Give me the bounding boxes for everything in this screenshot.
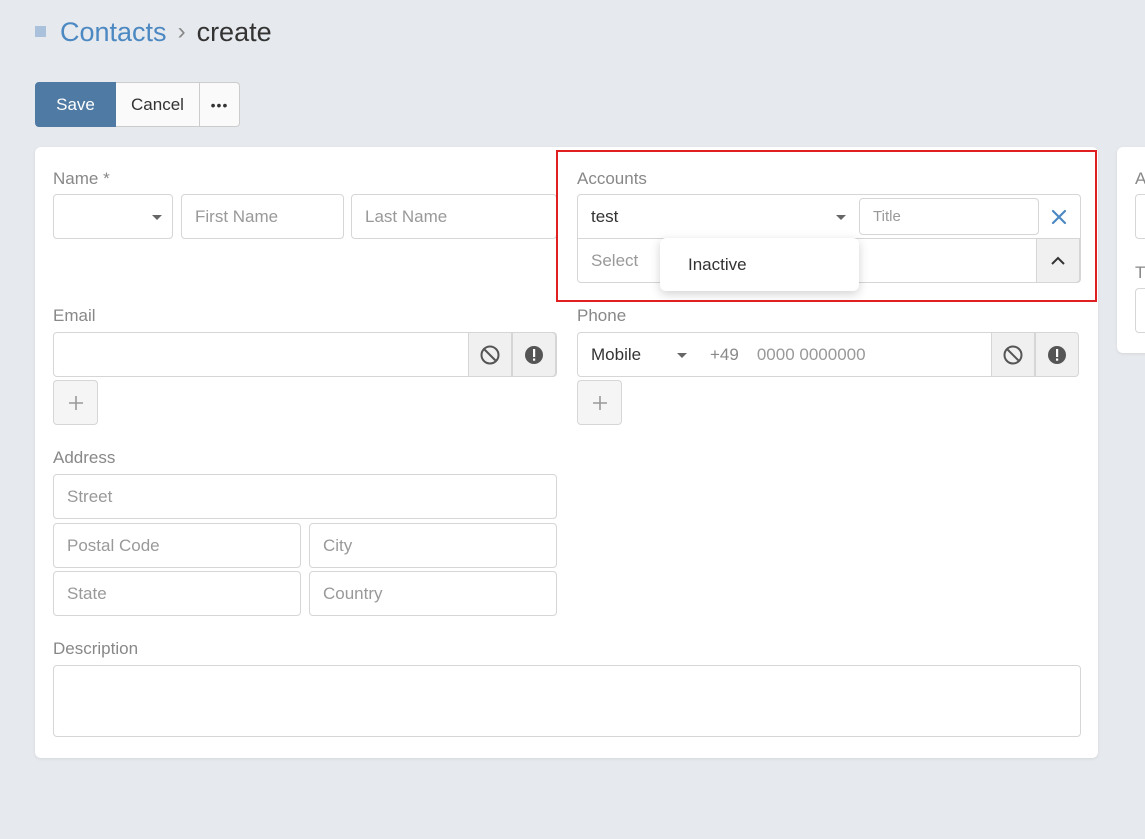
side-input-2[interactable]: [1135, 288, 1145, 333]
phone-country-code: +49: [710, 344, 739, 364]
side-input-1[interactable]: [1135, 194, 1145, 239]
add-email-button[interactable]: [53, 380, 98, 425]
postal-code-input[interactable]: Postal Code: [53, 523, 301, 568]
block-icon: [1003, 345, 1023, 364]
email-label: Email: [53, 306, 96, 325]
exclamation-circle-icon: [525, 345, 543, 364]
block-icon: [480, 345, 500, 364]
salutation-select[interactable]: [53, 194, 173, 239]
description-label: Description: [53, 639, 139, 658]
side-panel: A T: [1117, 147, 1145, 353]
caret-down-icon: [152, 215, 162, 220]
last-name-input[interactable]: Last Name: [351, 194, 557, 239]
breadcrumb: Contacts › create: [35, 14, 272, 50]
plus-icon: [68, 395, 83, 410]
plus-icon: [592, 395, 607, 410]
main-form-panel: Name * First Name Last Name Accounts tes…: [35, 147, 1098, 758]
description-textarea[interactable]: [53, 665, 1081, 737]
email-opt-out-button[interactable]: [468, 332, 512, 377]
square-bullet-icon: [35, 25, 46, 37]
exclamation-circle-icon: [1048, 345, 1066, 364]
phone-number-input[interactable]: +49 0000 0000000: [697, 332, 992, 377]
side-label-2: T: [1135, 263, 1145, 282]
phone-type-select[interactable]: Mobile: [577, 332, 698, 377]
page-title: create: [196, 16, 272, 47]
add-phone-button[interactable]: [577, 380, 622, 425]
phone-label: Phone: [577, 306, 627, 325]
account-value[interactable]: test: [591, 207, 618, 227]
street-input[interactable]: Street: [53, 474, 557, 519]
save-button[interactable]: Save: [35, 82, 116, 127]
state-input[interactable]: State: [53, 571, 301, 616]
caret-down-icon: [677, 353, 687, 358]
email-invalid-button[interactable]: [512, 332, 556, 377]
close-icon[interactable]: [1049, 207, 1069, 227]
address-label: Address: [53, 448, 116, 467]
cancel-button[interactable]: Cancel: [116, 82, 200, 127]
account-title-input[interactable]: Title: [859, 198, 1039, 235]
side-label-1: A: [1135, 169, 1145, 188]
first-name-input[interactable]: First Name: [181, 194, 344, 239]
phone-type-value: Mobile: [591, 344, 642, 364]
phone-number-placeholder: 0000 0000000: [756, 344, 866, 364]
chevron-up-icon: [1051, 256, 1065, 265]
accounts-label: Accounts: [577, 169, 647, 188]
phone-opt-out-button[interactable]: [991, 332, 1035, 377]
breadcrumb-separator: ›: [177, 18, 186, 45]
more-actions-button[interactable]: •••: [200, 82, 240, 127]
name-label: Name *: [53, 169, 110, 188]
phone-invalid-button[interactable]: [1035, 332, 1079, 377]
city-input[interactable]: City: [309, 523, 557, 568]
breadcrumb-contacts-link[interactable]: Contacts: [60, 17, 167, 48]
caret-down-icon[interactable]: [836, 215, 846, 220]
country-input[interactable]: Country: [309, 571, 557, 616]
toolbar: Save Cancel •••: [35, 82, 240, 127]
collapse-button[interactable]: [1036, 238, 1080, 283]
dropdown-option-inactive[interactable]: Inactive: [660, 238, 859, 291]
